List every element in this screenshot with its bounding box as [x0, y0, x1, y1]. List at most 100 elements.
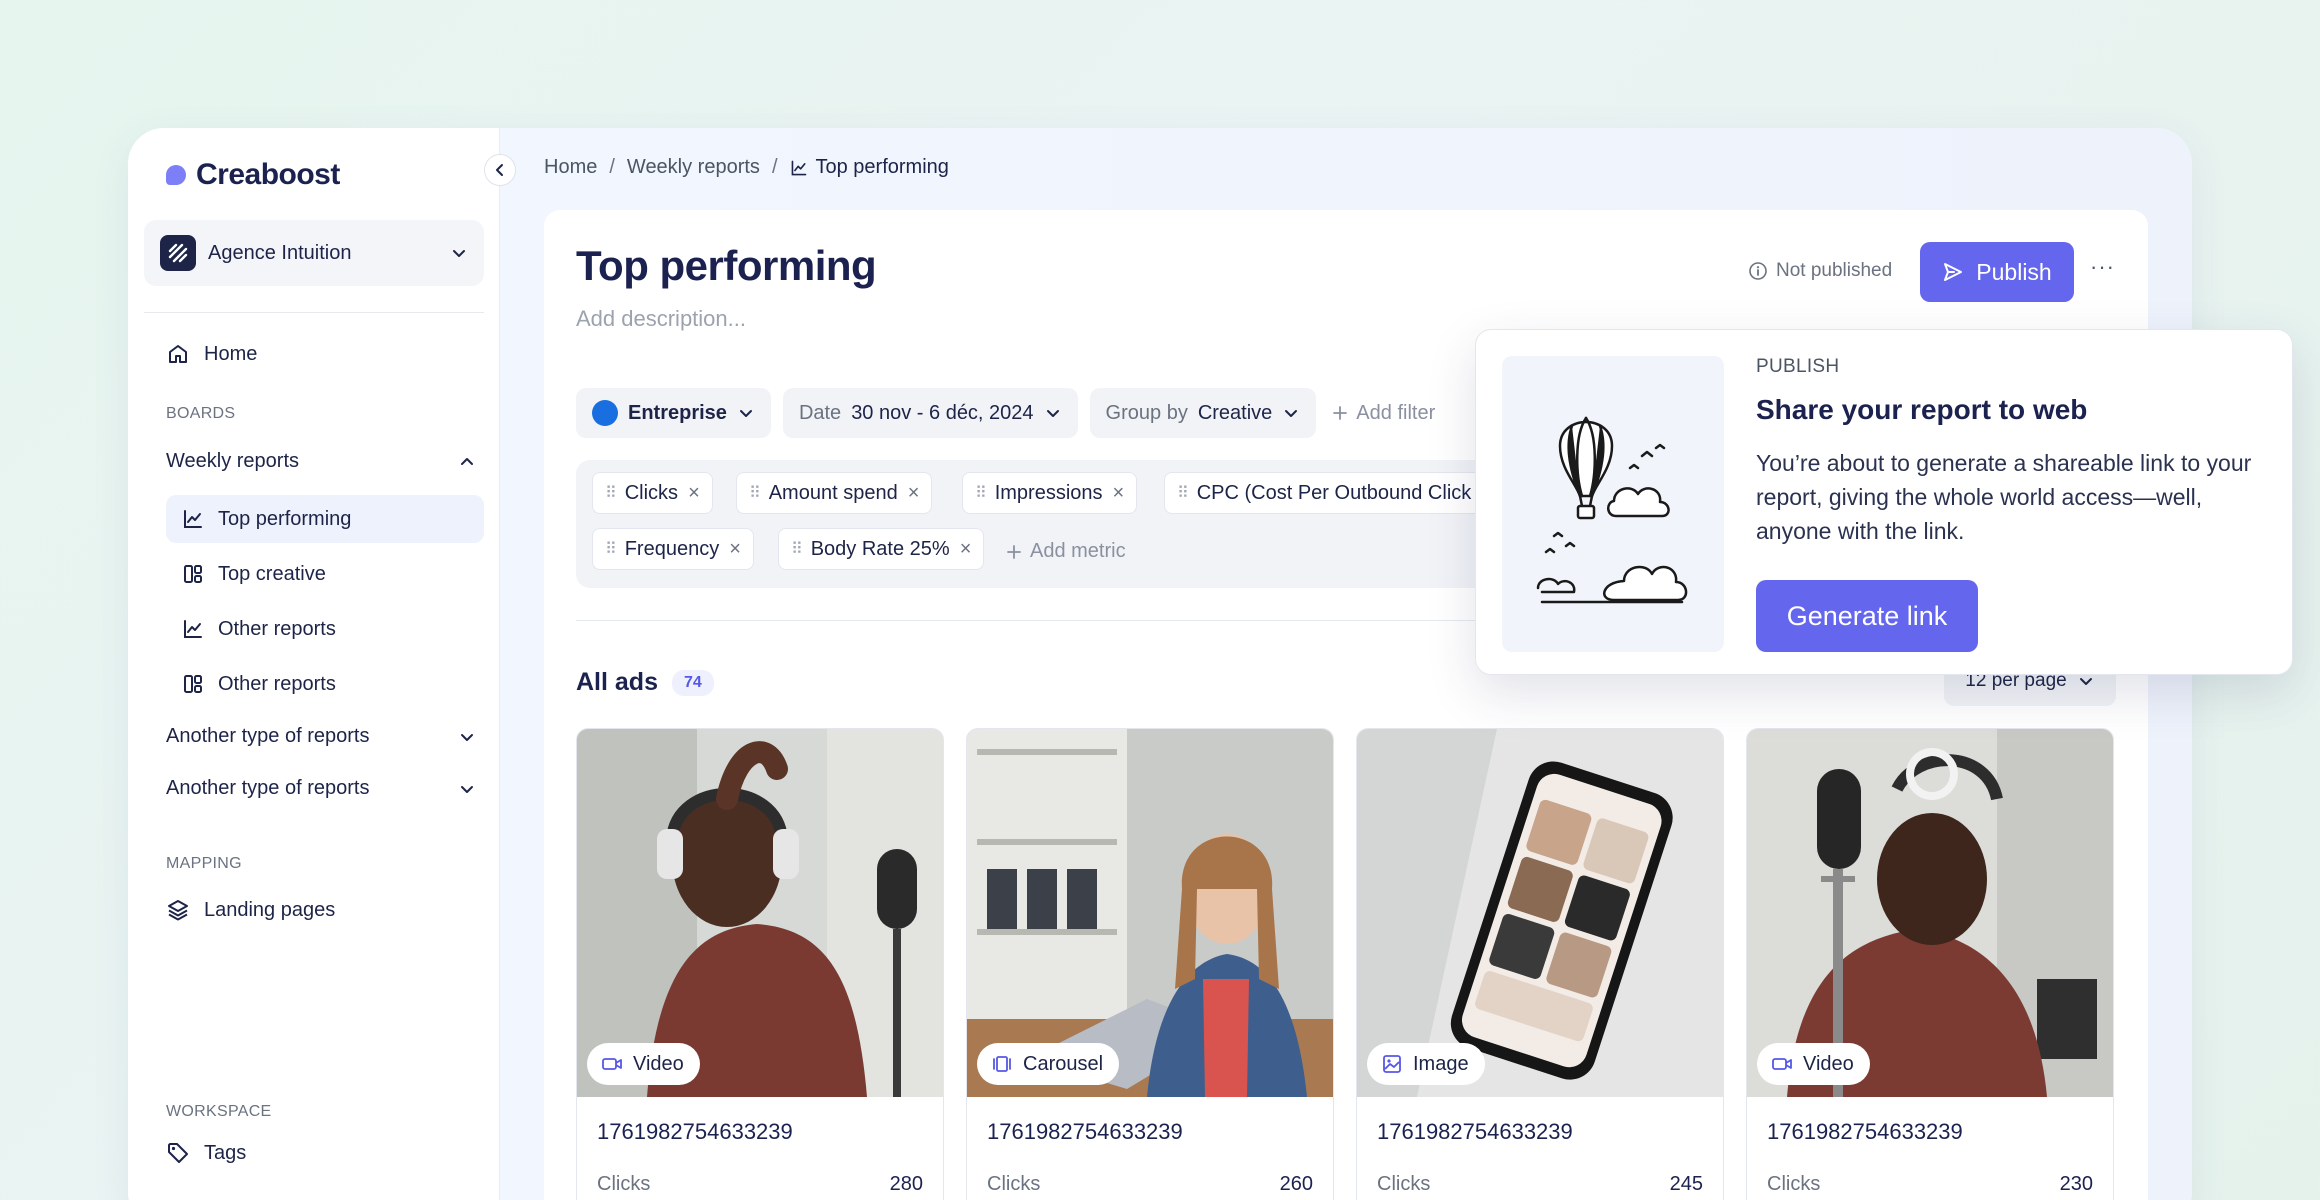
generate-link-button[interactable]: Generate link	[1756, 580, 1978, 652]
ad-metric-label: Clicks	[987, 1173, 1041, 1195]
ad-id: 1761982754633239	[1377, 1119, 1573, 1144]
close-icon[interactable]: ×	[908, 482, 920, 505]
description-placeholder[interactable]: Add description...	[576, 306, 746, 332]
drag-handle-icon[interactable]: ⠿	[605, 539, 617, 559]
app-name: Creaboost	[196, 158, 340, 191]
video-camera-icon	[1771, 1053, 1793, 1075]
ad-type-label: Image	[1413, 1052, 1469, 1075]
ad-card[interactable]: Video 1761982754633239 Clicks 230	[1746, 728, 2114, 1200]
date-filter-label: Date	[798, 401, 842, 424]
chevron-down-icon	[1044, 404, 1062, 422]
close-icon[interactable]: ×	[729, 538, 741, 561]
publish-status-label: Not published	[1776, 260, 1893, 281]
close-icon[interactable]: ×	[1113, 482, 1125, 505]
workspace-name: Agence Intuition	[208, 241, 352, 264]
sidebar-item-top-performing[interactable]: Top performing	[166, 495, 484, 543]
chevron-left-icon	[493, 163, 507, 177]
add-metric-button[interactable]: Add metric	[1006, 540, 1126, 563]
date-filter-value: 30 nov - 6 déc, 2024	[851, 401, 1034, 424]
drag-handle-icon[interactable]: ⠿	[791, 539, 803, 559]
sidebar-group-another-type[interactable]: Another type of reports	[166, 725, 476, 748]
sidebar-group-another-type-2[interactable]: Another type of reports	[166, 777, 476, 800]
breadcrumb: Home / Weekly reports / Top performing	[544, 156, 949, 179]
chevron-down-icon	[458, 780, 476, 798]
ads-count-badge: 74	[671, 669, 714, 696]
sidebar-group-label: Another type of reports	[166, 725, 370, 747]
page-title[interactable]: Top performing	[576, 242, 877, 290]
metric-chip-body-rate[interactable]: ⠿ Body Rate 25% ×	[778, 528, 985, 570]
ad-card[interactable]: Carousel 1761982754633239 Clicks 260	[966, 728, 1334, 1200]
metric-chip-cpc[interactable]: ⠿ CPC (Cost Per Outbound Click	[1164, 472, 1485, 514]
drag-handle-icon[interactable]: ⠿	[749, 483, 761, 503]
all-ads-header: All ads 74	[576, 668, 714, 697]
breadcrumb-weekly-reports[interactable]: Weekly reports	[627, 156, 760, 179]
sidebar-item-label: Top performing	[218, 507, 352, 530]
metric-chip-clicks[interactable]: ⠿ Clicks ×	[592, 472, 713, 514]
close-icon[interactable]: ×	[960, 538, 972, 561]
drag-handle-icon[interactable]: ⠿	[975, 483, 987, 503]
publish-status: Not published	[1748, 260, 1892, 282]
collapse-sidebar-button[interactable]	[484, 154, 516, 186]
logo[interactable]: Creaboost	[166, 158, 340, 192]
sidebar-item-label: Other reports	[218, 672, 336, 695]
layout-icon	[182, 563, 204, 585]
publish-button[interactable]: Publish	[1920, 242, 2074, 302]
ad-card[interactable]: Video 1761982754633239 Clicks 280	[576, 728, 944, 1200]
entreprise-avatar-icon	[592, 400, 618, 426]
ad-thumbnail: Video	[1747, 729, 2113, 1097]
sidebar-item-top-creative[interactable]: Top creative	[166, 550, 484, 598]
line-chart-icon	[182, 508, 204, 530]
add-filter-label: Add filter	[1356, 401, 1436, 424]
plus-icon	[1332, 405, 1348, 421]
ad-type-badge: Video	[1757, 1043, 1870, 1085]
popover-body: You’re about to generate a shareable lin…	[1756, 450, 2252, 544]
close-icon[interactable]: ×	[688, 482, 700, 505]
metric-label: Clicks	[624, 481, 679, 504]
send-icon	[1942, 261, 1964, 283]
sidebar-group-label: Another type of reports	[166, 777, 370, 799]
date-filter[interactable]: Date 30 nov - 6 déc, 2024	[782, 388, 1078, 438]
layers-icon	[166, 898, 190, 922]
chevron-down-icon	[450, 244, 468, 262]
ad-card[interactable]: Image 1761982754633239 Clicks 245	[1356, 728, 1724, 1200]
sidebar-item-other-reports[interactable]: Other reports	[166, 605, 484, 653]
drag-handle-icon[interactable]: ⠿	[605, 483, 617, 503]
carousel-icon	[991, 1053, 1013, 1075]
ad-thumbnail: Image	[1357, 729, 1723, 1097]
ad-id: 1761982754633239	[1767, 1119, 1963, 1144]
logo-mark-icon	[166, 165, 186, 185]
ad-id: 1761982754633239	[987, 1119, 1183, 1144]
ad-metric-value: 280	[889, 1173, 923, 1195]
sidebar-group-weekly-reports[interactable]: Weekly reports	[166, 450, 476, 473]
ad-type-label: Carousel	[1023, 1052, 1104, 1075]
sidebar-item-landing-pages[interactable]: Landing pages	[166, 898, 335, 922]
ad-type-label: Video	[633, 1052, 684, 1075]
breadcrumb-current-label: Top performing	[815, 156, 949, 178]
line-chart-icon	[790, 159, 808, 177]
sidebar-item-other-reports-2[interactable]: Other reports	[166, 660, 484, 708]
ad-metric-label: Clicks	[1377, 1173, 1431, 1195]
ad-thumbnail: Video	[577, 729, 943, 1097]
image-icon	[1381, 1053, 1403, 1075]
sidebar-item-tags[interactable]: Tags	[166, 1141, 246, 1165]
ad-metric-value: 230	[2059, 1173, 2093, 1195]
breadcrumb-separator: /	[609, 156, 615, 178]
workspace-switcher[interactable]: Agence Intuition	[144, 220, 484, 286]
ad-metric-value: 245	[1669, 1173, 1703, 1195]
sidebar-item-home[interactable]: Home	[166, 342, 257, 366]
metric-chip-amount-spend[interactable]: ⠿ Amount spend ×	[736, 472, 933, 514]
breadcrumb-home[interactable]: Home	[544, 156, 597, 179]
ad-thumbnail: Carousel	[967, 729, 1333, 1097]
entreprise-filter[interactable]: Entreprise	[576, 388, 771, 438]
section-label-boards: BOARDS	[166, 405, 236, 422]
add-filter-button[interactable]: Add filter	[1328, 402, 1435, 425]
more-options-button[interactable]: ···	[2090, 254, 2115, 280]
drag-handle-icon[interactable]: ⠿	[1177, 483, 1189, 503]
publish-button-label: Publish	[1976, 258, 2052, 285]
group-by-filter[interactable]: Group by Creative	[1089, 388, 1317, 438]
chevron-down-icon	[458, 728, 476, 746]
sidebar: Creaboost Agence Intuition Home BOARDS W…	[128, 128, 500, 1200]
metric-chip-frequency[interactable]: ⠿ Frequency ×	[592, 528, 754, 570]
sidebar-item-label: Tags	[204, 1141, 247, 1164]
metric-chip-impressions[interactable]: ⠿ Impressions ×	[962, 472, 1138, 514]
